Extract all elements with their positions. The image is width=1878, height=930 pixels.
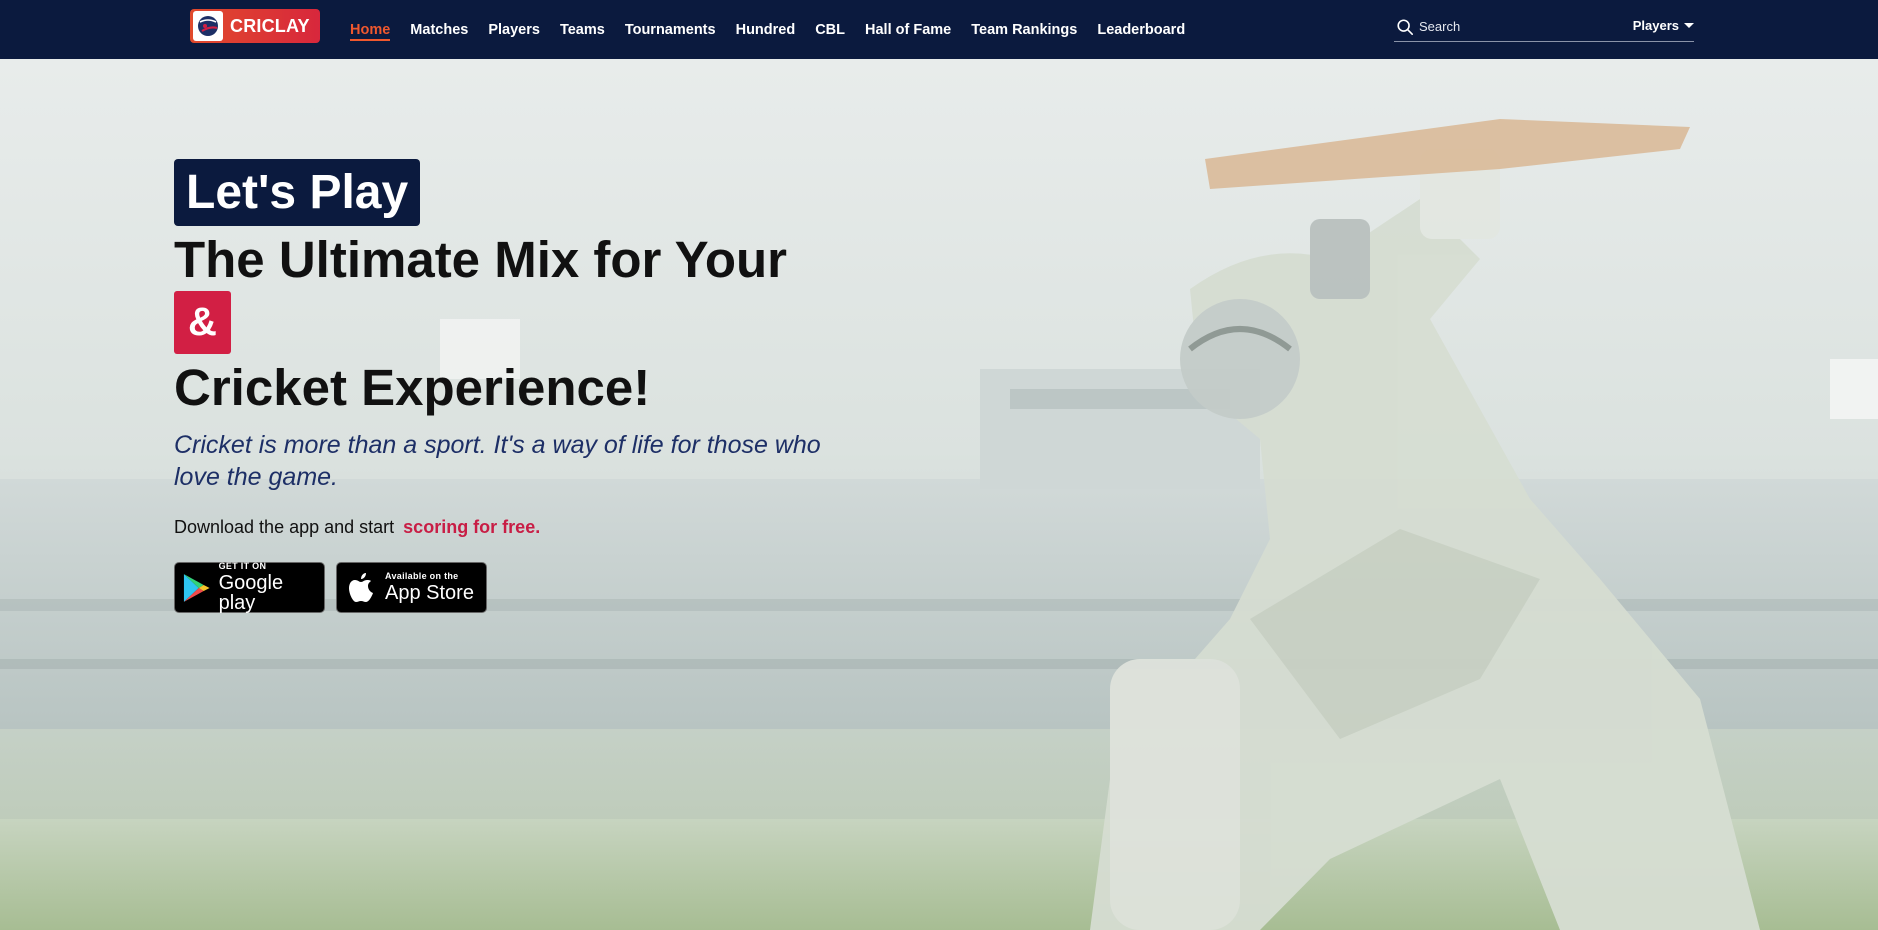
search-bar: Players [1394, 12, 1694, 42]
nav-item-teams[interactable]: Teams [560, 0, 605, 59]
search-scope-label: Players [1632, 18, 1679, 33]
google-play-big-text: Google play [218, 572, 284, 614]
ampersand-badge: & [174, 291, 231, 354]
hero-section: Let's Play The Ultimate Mix for Your & C… [0, 59, 1878, 930]
top-navbar: CRICLAY Home Matches Players Teams Tournamen… [0, 0, 1878, 59]
app-store-button[interactable]: Available on the App Store [336, 562, 487, 613]
app-store-small-text: Available on the [385, 571, 459, 581]
nav-item-hundred[interactable]: Hundred [736, 0, 796, 59]
apple-icon [349, 572, 373, 602]
hero-tagline: Cricket is more than a sport. It's a way… [174, 431, 821, 491]
download-highlight: scoring for free. [403, 517, 541, 537]
search-icon[interactable] [1396, 18, 1414, 36]
headline-line1: The Ultimate Mix for Your [174, 231, 788, 288]
nav-item-matches[interactable]: Matches [410, 0, 468, 59]
nav-item-players[interactable]: Players [488, 0, 540, 59]
app-store-big-text: App Store [385, 582, 474, 604]
search-input[interactable] [1419, 19, 1619, 34]
nav-item-cbl[interactable]: CBL [815, 0, 845, 59]
google-play-button[interactable]: GET IT ON Google play [174, 562, 325, 613]
nav-item-team-rankings[interactable]: Team Rankings [971, 0, 1077, 59]
main-menu: Home Matches Players Teams Tournaments Hundre… [350, 0, 1205, 59]
headline-line2: Cricket Experience! [174, 359, 651, 416]
google-play-icon [183, 573, 210, 602]
nav-item-home[interactable]: Home [350, 0, 391, 59]
nav-item-tournaments[interactable]: Tournaments [625, 0, 716, 59]
logo-text: CRICLAY [230, 15, 310, 36]
criclay-logo[interactable]: CRICLAY [190, 9, 320, 43]
google-play-small-text: GET IT ON [218, 561, 267, 571]
search-scope-dropdown[interactable]: Players [1633, 18, 1694, 33]
lets-play-badge: Let's Play [174, 159, 421, 226]
nav-item-hall-of-fame[interactable]: Hall of Fame [865, 0, 951, 59]
download-prompt: Download the app and start scoring for f… [174, 517, 540, 538]
nav-item-leaderboard[interactable]: Leaderboard [1097, 0, 1185, 59]
cricket-ball-logo-icon [193, 11, 223, 41]
chevron-down-icon [1684, 23, 1694, 28]
download-text: Download the app and start [174, 517, 395, 537]
